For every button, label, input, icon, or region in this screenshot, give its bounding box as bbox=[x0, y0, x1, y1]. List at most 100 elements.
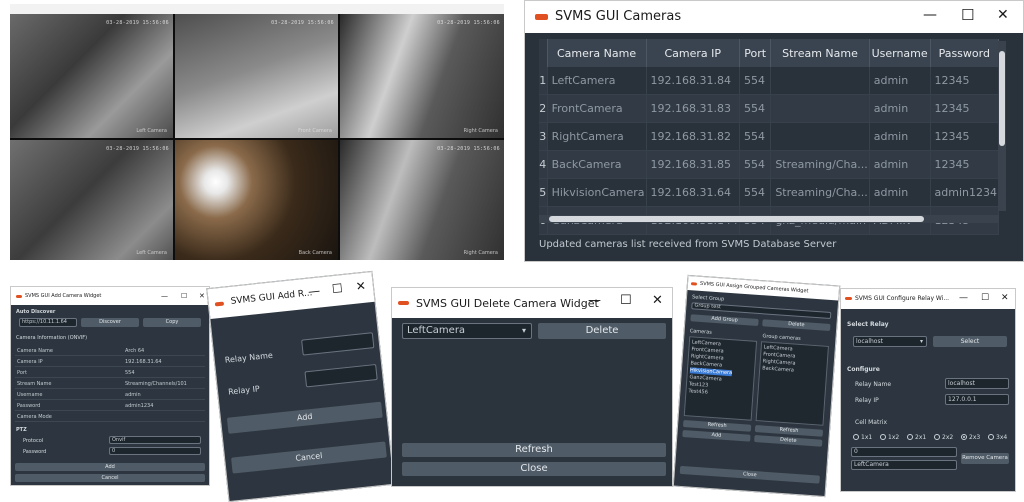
minimize-button[interactable]: — bbox=[923, 7, 937, 23]
field-value[interactable]: Arch 64 bbox=[125, 348, 144, 354]
camera-select-dropdown[interactable]: LeftCamera ▾ bbox=[402, 323, 532, 339]
column-header-camera-name[interactable]: Camera Name bbox=[547, 39, 647, 67]
relay-ip-input[interactable] bbox=[304, 363, 378, 388]
delete-group-button[interactable]: Delete bbox=[762, 319, 831, 331]
list-item[interactable]: Test456 bbox=[688, 388, 708, 395]
close-window-button[interactable]: Close bbox=[402, 462, 666, 476]
table-cell-pass[interactable]: 12345 bbox=[930, 94, 1000, 123]
row-number[interactable]: 2 bbox=[539, 94, 548, 123]
matrix-radio-2x3[interactable] bbox=[961, 434, 967, 440]
table-cell-user[interactable]: admin bbox=[869, 122, 931, 151]
table-cell-name[interactable]: HikvisionCamera bbox=[547, 178, 647, 207]
table-cell-port[interactable]: 554 bbox=[739, 178, 772, 207]
camera-feed-1[interactable]: 03-28-2019 15:56:06 Left Camera bbox=[10, 14, 173, 138]
window-titlebar[interactable]: SVMS GUI Add Camera Widget — ☐ ✕ bbox=[11, 287, 209, 305]
close-button[interactable]: ✕ bbox=[1001, 293, 1009, 303]
column-header-stream-name[interactable]: Stream Name bbox=[770, 39, 870, 67]
table-cell-ip[interactable]: 192.168.31.85 bbox=[646, 150, 741, 179]
field-value[interactable]: 554 bbox=[125, 370, 135, 376]
minimize-button[interactable]: — bbox=[588, 293, 601, 308]
window-titlebar[interactable]: SVMS GUI Cameras — ☐ ✕ bbox=[525, 1, 1023, 33]
relay-dropdown[interactable]: localhost ▾ bbox=[853, 336, 927, 347]
maximize-button[interactable]: ☐ bbox=[981, 293, 989, 303]
table-cell-user[interactable]: admin bbox=[869, 178, 931, 207]
copy-button[interactable]: Copy bbox=[143, 318, 201, 327]
table-row[interactable]: 1 LeftCamera 192.168.31.84 554 admin 12345 bbox=[539, 67, 1000, 95]
add-button[interactable]: Add bbox=[15, 463, 205, 471]
discover-button[interactable]: Discover bbox=[81, 318, 139, 327]
relay-ip-input[interactable]: 127.0.0.1 bbox=[945, 394, 1009, 405]
table-cell-user[interactable]: admin bbox=[869, 94, 931, 123]
camera-feed-6[interactable]: 03-28-2019 15:56:06 Right Camera bbox=[340, 140, 504, 260]
row-number[interactable]: 4 bbox=[539, 150, 548, 179]
relay-name-input[interactable]: localhost bbox=[945, 378, 1009, 389]
table-row[interactable]: 2 FrontCamera 192.168.31.83 554 admin 12345 bbox=[539, 94, 1000, 123]
table-cell-stream[interactable]: Streaming/Cha... bbox=[770, 150, 870, 179]
table-row[interactable]: 5 HikvisionCamera 192.168.31.64 554 Streamin… bbox=[539, 178, 1000, 207]
maximize-button[interactable]: ☐ bbox=[961, 6, 974, 24]
ptz-protocol-dropdown[interactable]: Onvif bbox=[109, 436, 201, 444]
maximize-button[interactable]: ☐ bbox=[331, 281, 343, 296]
window-titlebar[interactable]: SVMS GUI Configure Relay Wi... — ☐ ✕ bbox=[841, 289, 1015, 309]
table-cell-port[interactable]: 554 bbox=[739, 94, 772, 123]
refresh-button[interactable]: Refresh bbox=[402, 443, 666, 457]
close-button[interactable]: ✕ bbox=[997, 7, 1009, 23]
table-cell-port[interactable]: 554 bbox=[739, 67, 772, 95]
maximize-button[interactable]: ☐ bbox=[620, 293, 632, 308]
select-button[interactable]: Select bbox=[933, 336, 1007, 347]
list-item[interactable]: BackCamera bbox=[762, 365, 794, 373]
column-header-camera-ip[interactable]: Camera IP bbox=[646, 39, 741, 67]
horizontal-scrollbar[interactable] bbox=[539, 215, 999, 223]
table-cell-port[interactable]: 554 bbox=[739, 150, 772, 179]
table-cell-user[interactable]: admin bbox=[869, 150, 931, 179]
table-cell-ip[interactable]: 192.168.31.82 bbox=[646, 122, 741, 151]
matrix-radio-1x2[interactable] bbox=[880, 434, 886, 440]
ptz-path-dropdown[interactable]: 0 bbox=[109, 447, 201, 455]
add-button[interactable]: Add bbox=[226, 401, 383, 434]
row-number[interactable]: 1 bbox=[539, 67, 548, 95]
field-value[interactable]: 192.168.31.64 bbox=[125, 359, 162, 365]
table-cell-pass[interactable]: 12345 bbox=[930, 122, 1000, 151]
vertical-scrollbar[interactable] bbox=[998, 41, 1006, 211]
add-camera-to-group-button[interactable]: Add bbox=[682, 429, 751, 442]
relay-name-input[interactable] bbox=[301, 332, 375, 356]
scrollbar-thumb[interactable] bbox=[549, 216, 924, 222]
field-value[interactable]: admin bbox=[125, 392, 141, 398]
table-cell-stream[interactable]: Streaming/Cha... bbox=[770, 178, 870, 207]
table-cell-pass[interactable]: admin1234 bbox=[930, 178, 1000, 207]
camera-input[interactable]: LeftCamera bbox=[851, 460, 957, 470]
table-cell-ip[interactable]: 192.168.31.83 bbox=[646, 94, 741, 123]
table-cell-pass[interactable]: 12345 bbox=[930, 150, 1000, 179]
delete-from-group-button[interactable]: Delete bbox=[754, 434, 823, 447]
matrix-radio-2x1[interactable] bbox=[907, 434, 913, 440]
row-number[interactable]: 5 bbox=[539, 178, 548, 207]
matrix-radio-3x4[interactable] bbox=[988, 434, 994, 440]
column-header-username[interactable]: Username bbox=[869, 39, 931, 67]
table-cell-port[interactable]: 554 bbox=[739, 122, 772, 151]
close-window-button[interactable]: Close bbox=[679, 465, 820, 484]
table-cell-pass[interactable]: 12345 bbox=[930, 67, 1000, 95]
cameras-list[interactable]: LeftCamera FrontCamera RightCamera BackCame… bbox=[683, 336, 758, 421]
table-row[interactable]: 4 BackCamera 192.168.31.85 554 Streaming/Cha… bbox=[539, 150, 1000, 179]
matrix-radio-2x2[interactable] bbox=[934, 434, 940, 440]
table-cell-name[interactable]: BackCamera bbox=[547, 150, 647, 179]
cell-index-dropdown[interactable]: 0 bbox=[851, 447, 957, 457]
minimize-button[interactable]: — bbox=[959, 293, 968, 303]
table-cell-name[interactable]: FrontCamera bbox=[547, 94, 647, 123]
field-value[interactable]: admin1234 bbox=[125, 403, 153, 409]
table-cell-ip[interactable]: 192.168.31.64 bbox=[646, 178, 741, 207]
camera-feed-4[interactable]: 03-28-2019 15:56:06 Left Camera bbox=[10, 140, 173, 260]
column-header-password[interactable]: Password bbox=[930, 39, 1000, 67]
table-cell-stream[interactable] bbox=[770, 122, 870, 151]
add-group-button[interactable]: Add Group bbox=[690, 314, 759, 326]
table-cell-name[interactable]: LeftCamera bbox=[547, 67, 647, 95]
row-number[interactable]: 3 bbox=[539, 122, 548, 151]
maximize-button[interactable]: ☐ bbox=[181, 292, 187, 300]
cancel-button[interactable]: Cancel bbox=[15, 474, 205, 482]
minimize-button[interactable]: — bbox=[161, 292, 168, 300]
camera-feed-2[interactable]: 03-28-2019 15:56:06 Front Camera bbox=[175, 14, 338, 138]
matrix-radio-1x1[interactable] bbox=[853, 434, 859, 440]
scrollbar-thumb[interactable] bbox=[999, 51, 1005, 146]
camera-feed-5[interactable]: Back Camera bbox=[175, 140, 338, 260]
group-cameras-list[interactable]: LeftCamera FrontCamera RightCamera BackCame… bbox=[755, 341, 829, 426]
